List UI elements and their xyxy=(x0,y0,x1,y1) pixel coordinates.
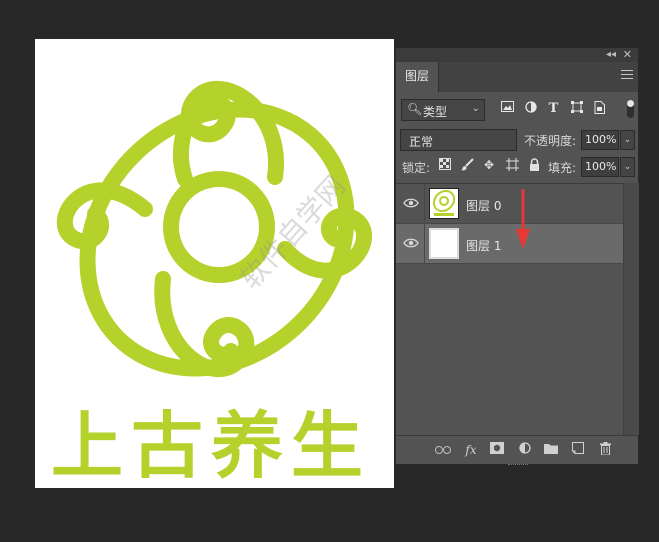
visibility-toggle[interactable] xyxy=(396,184,425,223)
new-layer-icon[interactable] xyxy=(570,442,586,458)
filter-toggle[interactable] xyxy=(627,100,634,118)
blend-row: 正常 ⌄ 不透明度: 100% ⌄ xyxy=(396,129,638,151)
layer-row[interactable]: 图层 0 xyxy=(396,184,623,224)
filter-kind-select[interactable]: 🔍︎ 类型 ⌄ xyxy=(401,99,485,121)
resize-grip[interactable] xyxy=(508,464,528,467)
logo-text: 上古养生 xyxy=(51,404,372,488)
lock-all-icon[interactable] xyxy=(527,158,541,172)
eye-icon xyxy=(403,238,419,248)
shape-icon[interactable] xyxy=(569,101,584,116)
opacity-label: 不透明度: xyxy=(524,134,577,148)
hamburger-menu-icon[interactable] xyxy=(621,70,633,82)
fill-label: 填充: xyxy=(548,161,577,175)
lock-move-icon[interactable]: ✥ xyxy=(482,158,496,172)
annotation-arrow xyxy=(516,189,530,249)
layers-panel: ◂◂ ✕ 图层 🔍︎ 类型 ⌄ T 正常 ⌄ 不透明度: 100% ⌄ 锁定: … xyxy=(395,47,639,465)
layer-list-scrollbar[interactable] xyxy=(623,183,639,435)
type-icon[interactable]: T xyxy=(546,101,561,116)
link-icon[interactable] xyxy=(435,442,451,458)
layer-list: 图层 0 图层 1 xyxy=(396,183,623,436)
mask-icon[interactable] xyxy=(489,442,505,458)
lock-label: 锁定: xyxy=(402,161,431,175)
lock-transparent-icon[interactable] xyxy=(438,158,452,172)
layer-thumbnail xyxy=(429,188,459,219)
opacity-input[interactable]: 100% xyxy=(581,130,619,150)
search-icon: 🔍︎ xyxy=(407,102,423,116)
layer-thumbnail xyxy=(429,228,459,259)
blend-mode-select[interactable]: 正常 ⌄ xyxy=(400,129,517,151)
image-icon[interactable] xyxy=(500,101,515,116)
panel-tabbar: 图层 xyxy=(396,62,638,92)
trash-icon[interactable] xyxy=(597,442,613,458)
panel-bottom-toolbar: fx xyxy=(396,435,638,467)
fx-icon[interactable]: fx xyxy=(463,442,479,458)
smart-object-icon[interactable] xyxy=(592,101,607,116)
adjustment-icon[interactable] xyxy=(523,101,538,116)
layer-row-selected[interactable]: 图层 1 xyxy=(396,224,623,264)
layer-name[interactable]: 图层 1 xyxy=(466,237,501,254)
lock-row: 锁定: ✥ 填充: 100% ⌄ xyxy=(396,156,638,178)
lock-paint-icon[interactable] xyxy=(460,158,474,172)
opacity-dropdown-icon[interactable]: ⌄ xyxy=(620,130,635,150)
filter-row: 🔍︎ 类型 ⌄ T xyxy=(396,98,638,124)
layer-name[interactable]: 图层 0 xyxy=(466,197,501,214)
chevron-down-icon: ⌄ xyxy=(409,133,418,144)
fill-input[interactable]: 100% xyxy=(581,157,619,177)
filter-kind-label: 类型 xyxy=(423,105,448,119)
canvas-document[interactable]: 上古养生 xyxy=(35,39,394,488)
close-icon[interactable]: ✕ xyxy=(623,48,632,62)
chevron-down-icon: ⌄ xyxy=(471,103,480,114)
panel-title-bar[interactable]: ◂◂ ✕ xyxy=(396,48,638,62)
adjustment-layer-icon[interactable] xyxy=(517,442,533,458)
tab-layers[interactable]: 图层 xyxy=(396,62,439,92)
eye-icon xyxy=(403,198,419,208)
fill-dropdown-icon[interactable]: ⌄ xyxy=(620,157,635,177)
lock-artboard-icon[interactable] xyxy=(505,158,519,172)
visibility-toggle[interactable] xyxy=(396,224,425,263)
group-folder-icon[interactable] xyxy=(543,442,559,458)
double-chevron-left-icon[interactable]: ◂◂ xyxy=(606,48,616,62)
